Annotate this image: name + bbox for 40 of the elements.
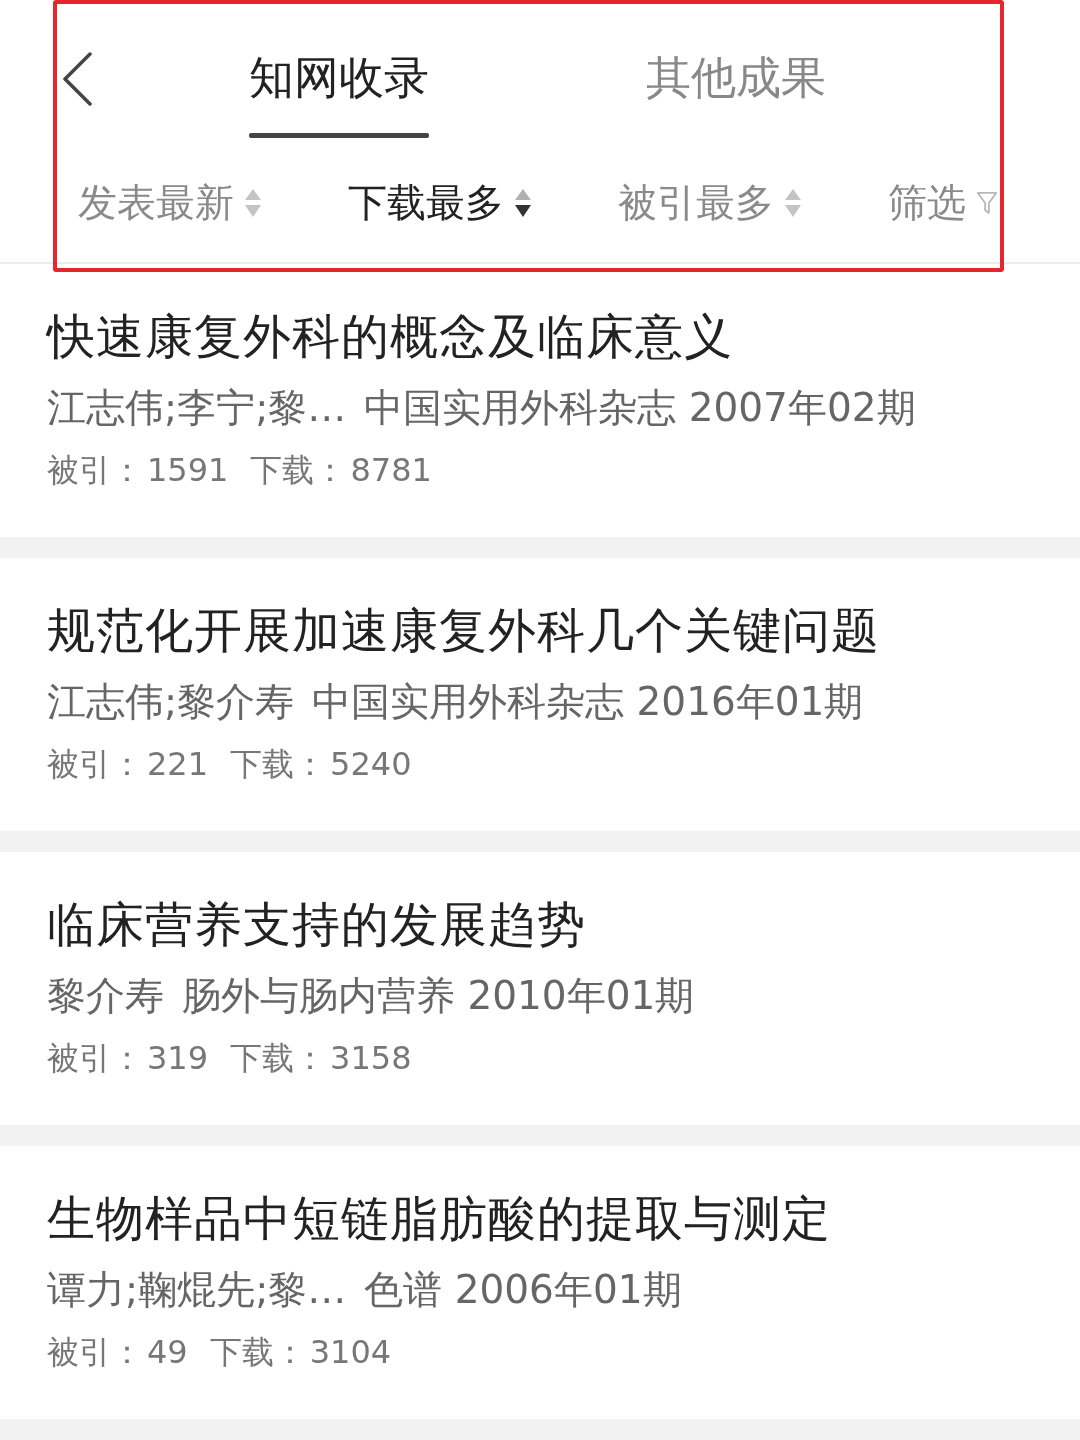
article-title: 规范化开展加速康复外科几个关键问题: [47, 601, 881, 660]
tab[interactable]: 知网收录: [248, 50, 429, 138]
article-card[interactable]: 规范化开展加速康复外科几个关键问题 江志伟;黎介寿 中国实用外科杂志 2016年01期 被引：221 下载：5240: [0, 558, 1080, 831]
stat-label: 下载：: [230, 744, 327, 785]
article-authors: 黎介寿: [47, 972, 164, 1020]
stat-label: 被引：: [47, 744, 143, 785]
stat-value: 221: [147, 744, 209, 785]
stat-value: 1591: [147, 450, 229, 491]
stat-value: 5240: [330, 744, 412, 785]
stat-label: 被引：: [47, 450, 143, 491]
back-icon[interactable]: [62, 52, 92, 106]
article-source: 色谱 2006年01期: [364, 1266, 682, 1314]
article-source: 中国实用外科杂志 2007年02期: [364, 384, 916, 432]
stat-label: 下载：: [209, 1332, 306, 1373]
article-source: 肠外与肠内营养 2010年01期: [182, 972, 695, 1020]
article-title: 快速康复外科的概念及临床意义: [47, 307, 734, 366]
article-authors: 谭力;鞠焜先;黎…: [47, 1266, 347, 1314]
article-source: 中国实用外科杂志 2016年01期: [312, 678, 864, 726]
article-authors: 江志伟;黎介寿: [47, 678, 295, 726]
stat-value: 8781: [350, 450, 432, 491]
tab[interactable]: 其他成果: [645, 50, 826, 138]
sort-arrows-icon: [244, 188, 262, 218]
stat-value: 319: [147, 1038, 209, 1079]
sort-arrows-icon: [514, 188, 532, 218]
article-card[interactable]: 生物样品中短链脂肪酸的提取与测定 谭力;鞠焜先;黎… 色谱 2006年01期 被引：49 下载：3104: [0, 1146, 1080, 1419]
article-title: 生物样品中短链脂肪酸的提取与测定: [47, 1189, 832, 1248]
stat-label: 下载：: [230, 1038, 327, 1079]
stat-label: 被引：: [47, 1038, 143, 1079]
stat-value: 3158: [330, 1038, 412, 1079]
sort-option[interactable]: 下载最多: [348, 178, 532, 228]
stat-value: 49: [147, 1332, 188, 1373]
article-title: 临床营养支持的发展趋势: [47, 895, 587, 954]
article-card[interactable]: 快速康复外科的概念及临床意义 江志伟;李宁;黎… 中国实用外科杂志 2007年02期 被引：1591 下载：8781: [0, 264, 1080, 537]
funnel-icon: [976, 190, 998, 216]
sort-arrows-icon: [784, 188, 802, 218]
article-authors: 江志伟;李宁;黎…: [47, 384, 347, 432]
stat-label: 下载：: [250, 450, 347, 491]
article-card[interactable]: 临床营养支持的发展趋势 黎介寿 肠外与肠内营养 2010年01期 被引：319 下载：3158: [0, 852, 1080, 1125]
stat-value: 3104: [309, 1332, 392, 1373]
stat-label: 被引：: [47, 1332, 143, 1373]
